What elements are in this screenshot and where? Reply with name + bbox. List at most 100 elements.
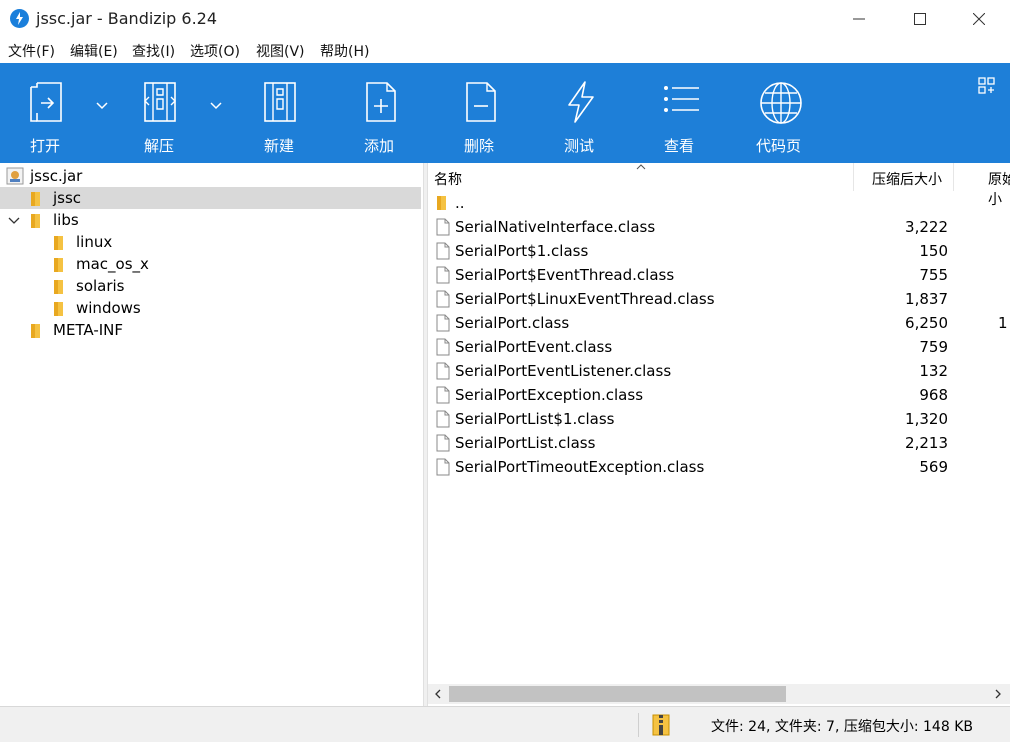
file-packed-size: 755 <box>919 266 948 284</box>
extract-dropdown-button[interactable] <box>210 96 222 114</box>
table-row[interactable]: SerialNativeInterface.class 3,222 <box>428 215 1010 239</box>
table-row[interactable]: SerialPort$EventThread.class 755 <box>428 263 1010 287</box>
menu-file[interactable]: 文件(F) <box>8 41 55 61</box>
file-icon <box>436 266 450 284</box>
column-header-packed-size[interactable]: 压缩后大小 <box>854 163 954 191</box>
grid-icon <box>978 77 995 94</box>
view-button[interactable]: 查看 <box>656 63 704 163</box>
maximize-button[interactable] <box>897 0 943 38</box>
test-button[interactable]: 测试 <box>556 63 604 163</box>
horizontal-scrollbar[interactable] <box>428 684 1010 704</box>
column-name-label: 名称 <box>434 172 462 188</box>
file-packed-size: 968 <box>919 386 948 404</box>
delete-label: 删除 <box>464 137 495 155</box>
folder-icon <box>54 258 63 272</box>
file-packed-size: 132 <box>919 362 948 380</box>
file-icon <box>436 338 450 356</box>
menu-options[interactable]: 选项(O) <box>190 41 240 61</box>
file-name: SerialPortEvent.class <box>455 338 613 356</box>
tree-item-label: windows <box>76 299 141 317</box>
chevron-down-icon <box>210 102 222 110</box>
table-row[interactable]: SerialPort.class 6,250 1 <box>428 311 1010 335</box>
list-item-parent[interactable]: .. <box>428 191 1010 215</box>
close-button[interactable] <box>956 0 1002 38</box>
file-list: 名称 压缩后大小 原始大小 .. SerialNativeInterface.c… <box>428 163 1010 706</box>
tree-item-label: solaris <box>76 277 125 295</box>
file-name: SerialPortList.class <box>455 434 596 452</box>
add-button[interactable]: 添加 <box>356 63 404 163</box>
menu-edit[interactable]: 编辑(E) <box>70 41 118 61</box>
minimize-icon <box>853 18 865 20</box>
table-row[interactable]: SerialPortException.class 968 <box>428 383 1010 407</box>
table-row[interactable]: SerialPort$1.class 150 <box>428 239 1010 263</box>
menu-help[interactable]: 帮助(H) <box>320 41 369 61</box>
open-button[interactable]: 打开 <box>20 63 72 163</box>
tree-item-label: linux <box>76 233 113 251</box>
table-row[interactable]: SerialPort$LinuxEventThread.class 1,837 <box>428 287 1010 311</box>
codepage-button[interactable]: 代码页 <box>754 63 806 163</box>
file-name: SerialPort.class <box>455 314 570 332</box>
file-icon <box>436 434 450 452</box>
tree-item-jssc[interactable]: jssc <box>0 187 421 209</box>
table-row[interactable]: SerialPortEventListener.class 132 <box>428 359 1010 383</box>
add-file-icon <box>366 82 396 122</box>
tree-item-label: libs <box>53 211 79 229</box>
menu-view[interactable]: 视图(V) <box>256 41 305 61</box>
folder-icon <box>54 280 63 294</box>
table-row[interactable]: SerialPortList$1.class 1,320 <box>428 407 1010 431</box>
file-packed-size: 150 <box>919 242 948 260</box>
window-title: jssc.jar - Bandizip 6.24 <box>36 9 218 28</box>
extract-icon <box>144 82 176 122</box>
extract-label: 解压 <box>144 137 175 155</box>
tree-item-label: META-INF <box>53 321 124 339</box>
tree-item-solaris[interactable]: solaris <box>0 275 421 297</box>
delete-file-icon <box>466 82 496 122</box>
new-label: 新建 <box>264 137 295 155</box>
maximize-icon <box>914 13 926 25</box>
folder-icon <box>54 236 63 250</box>
tree-item-linux[interactable]: linux <box>0 231 421 253</box>
column-header-name[interactable]: 名称 <box>428 163 854 191</box>
file-packed-size: 2,213 <box>905 434 948 452</box>
open-dropdown-button[interactable] <box>96 96 108 114</box>
chevron-down-icon[interactable] <box>8 217 20 225</box>
tree-item-windows[interactable]: windows <box>0 297 421 319</box>
column-packed-size-label: 压缩后大小 <box>872 172 942 188</box>
tree-item-mac-os-x[interactable]: mac_os_x <box>0 253 421 275</box>
close-icon <box>973 13 985 25</box>
tree-item-label: jssc <box>53 189 82 207</box>
file-packed-size: 3,222 <box>905 218 948 236</box>
status-bar: 文件: 24, 文件夹: 7, 压缩包大小: 148 KB <box>0 706 1010 742</box>
folder-icon <box>31 192 40 206</box>
tree-item-libs[interactable]: libs <box>0 209 421 231</box>
chevron-down-icon <box>96 102 108 110</box>
chevron-right-icon[interactable] <box>994 689 1002 699</box>
table-row[interactable]: SerialPortTimeoutException.class 569 <box>428 455 1010 479</box>
menu-find[interactable]: 查找(I) <box>132 41 175 61</box>
bandizip-app-icon <box>10 9 29 28</box>
table-row[interactable]: SerialPortList.class 2,213 <box>428 431 1010 455</box>
file-packed-size: 1,320 <box>905 410 948 428</box>
file-packed-size: 6,250 <box>905 314 948 332</box>
jar-file-icon <box>6 167 24 185</box>
column-header-original-size[interactable]: 原始大小 <box>954 163 1010 208</box>
new-archive-button[interactable]: 新建 <box>256 63 304 163</box>
tree-item-meta-inf[interactable]: META-INF <box>0 319 421 341</box>
file-packed-size: 569 <box>919 458 948 476</box>
new-archive-icon <box>264 82 296 122</box>
extract-button[interactable]: 解压 <box>136 63 184 163</box>
open-icon <box>30 82 62 122</box>
folder-icon <box>54 302 63 316</box>
status-summary: 文件: 24, 文件夹: 7, 压缩包大小: 148 KB <box>711 719 973 735</box>
tree-item-root[interactable]: jssc.jar <box>0 165 421 187</box>
chevron-left-icon[interactable] <box>434 689 442 699</box>
minimize-button[interactable] <box>836 0 882 38</box>
layout-menu-button[interactable] <box>978 77 996 99</box>
toolbar: 打开 解压 新建 添加 删除 测试 查看 代码页 <box>0 63 1010 163</box>
lightning-icon <box>568 81 594 123</box>
file-icon <box>436 362 450 380</box>
table-row[interactable]: SerialPortEvent.class 759 <box>428 335 1010 359</box>
scrollbar-thumb[interactable] <box>449 686 786 702</box>
file-name: .. <box>455 194 465 212</box>
delete-button[interactable]: 删除 <box>456 63 504 163</box>
